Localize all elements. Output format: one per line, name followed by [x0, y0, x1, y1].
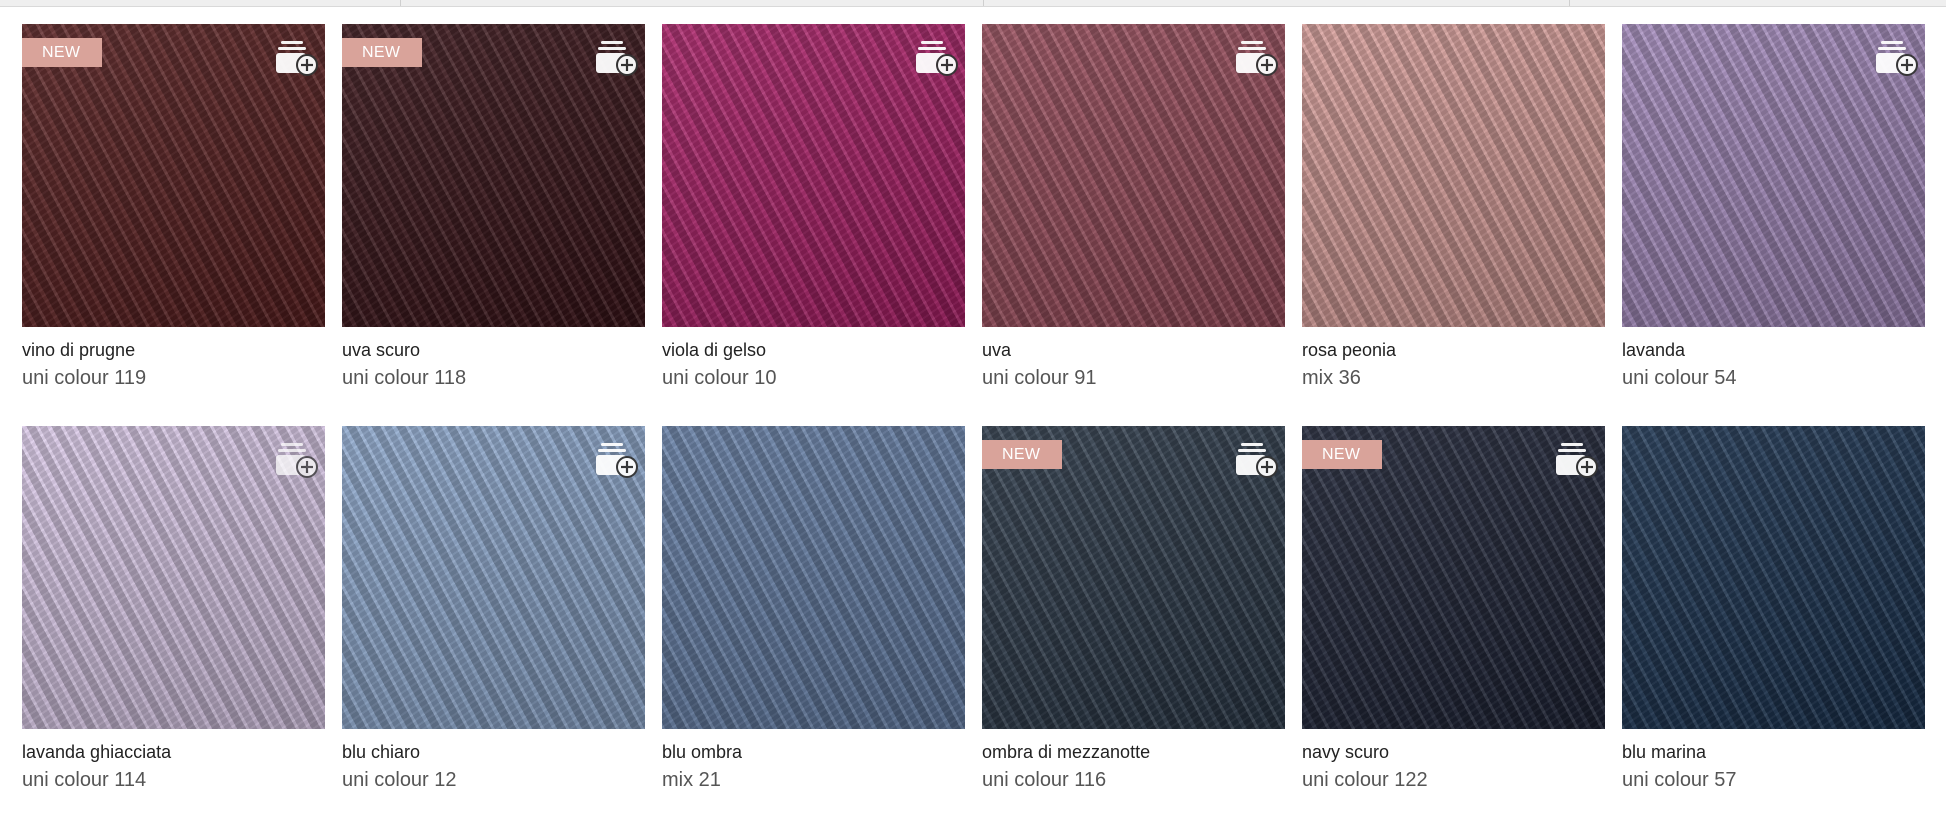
swatch-card[interactable]: blu chiaro uni colour 12: [342, 426, 645, 828]
colour-code: mix 36: [1302, 367, 1361, 389]
yarn-swatch-image[interactable]: [1622, 426, 1925, 729]
yarn-swatch-image[interactable]: NEW: [1302, 426, 1605, 729]
swatch-card[interactable]: lavanda uni colour 54: [1622, 24, 1925, 426]
add-to-cart-icon[interactable]: [915, 38, 959, 78]
swatch-card[interactable]: NEW ombra di mezzanotte uni colour 116: [982, 426, 1285, 828]
add-to-cart-icon[interactable]: [1235, 38, 1279, 78]
new-badge: NEW: [22, 38, 102, 67]
colour-code: uni colour 122: [1302, 769, 1428, 791]
yarn-swatch-image[interactable]: [982, 24, 1285, 327]
tab-divider: [1569, 0, 1570, 6]
tab-divider: [983, 0, 984, 6]
new-badge: NEW: [982, 440, 1062, 469]
colour-code: uni colour 116: [982, 769, 1107, 791]
swatch-card[interactable]: viola di gelso uni colour 10: [662, 24, 965, 426]
add-to-cart-icon[interactable]: [1875, 38, 1919, 78]
swatch-card[interactable]: NEW vino di prugne uni colour 119: [22, 24, 325, 426]
colour-code: uni colour 12: [342, 769, 457, 791]
swatch-card[interactable]: blu ombra mix 21: [662, 426, 965, 828]
new-badge: NEW: [342, 38, 422, 67]
colour-name[interactable]: viola di gelso: [662, 338, 965, 362]
colour-code: uni colour 54: [1622, 367, 1737, 389]
add-to-cart-icon[interactable]: [1235, 440, 1279, 480]
swatch-card[interactable]: uva uni colour 91: [982, 24, 1285, 426]
yarn-swatch-image[interactable]: [662, 426, 965, 729]
swatch-card[interactable]: NEW navy scuro uni colour 122: [1302, 426, 1605, 828]
add-to-cart-icon[interactable]: [1555, 440, 1599, 480]
colour-code: uni colour 10: [662, 367, 777, 389]
swatch-card[interactable]: rosa peonia mix 36: [1302, 24, 1605, 426]
yarn-swatch-image[interactable]: [22, 426, 325, 729]
swatch-card[interactable]: NEW uva scuro uni colour 118: [342, 24, 645, 426]
yarn-shading: [1302, 24, 1605, 327]
colour-code: uni colour 91: [982, 367, 1097, 389]
new-badge: NEW: [1302, 440, 1382, 469]
colour-name[interactable]: navy scuro: [1302, 740, 1605, 764]
yarn-swatch-image[interactable]: NEW: [982, 426, 1285, 729]
yarn-swatch-image[interactable]: [1302, 24, 1605, 327]
colour-code: uni colour 119: [22, 367, 147, 389]
tab-divider: [400, 0, 401, 6]
colour-name[interactable]: rosa peonia: [1302, 338, 1605, 362]
yarn-swatch-image[interactable]: [662, 24, 965, 327]
yarn-shading: [1622, 426, 1925, 729]
colour-name[interactable]: blu ombra: [662, 740, 965, 764]
colour-name[interactable]: uva: [982, 338, 1285, 362]
swatch-card[interactable]: lavanda ghiacciata uni colour 114: [22, 426, 325, 828]
swatch-card[interactable]: blu marina uni colour 57: [1622, 426, 1925, 828]
colour-code: uni colour 118: [342, 367, 467, 389]
colour-name[interactable]: blu marina: [1622, 740, 1925, 764]
colour-name[interactable]: vino di prugne: [22, 338, 325, 362]
add-to-cart-icon[interactable]: [275, 38, 319, 78]
colour-name[interactable]: ombra di mezzanotte: [982, 740, 1285, 764]
yarn-swatch-image[interactable]: [342, 426, 645, 729]
colour-name[interactable]: lavanda: [1622, 338, 1925, 362]
colour-code: uni colour 57: [1622, 769, 1737, 791]
yarn-swatch-image[interactable]: [1622, 24, 1925, 327]
yarn-shading: [662, 426, 965, 729]
colour-name[interactable]: blu chiaro: [342, 740, 645, 764]
add-to-cart-icon[interactable]: [275, 440, 319, 480]
yarn-swatch-image[interactable]: NEW: [22, 24, 325, 327]
yarn-swatch-image[interactable]: NEW: [342, 24, 645, 327]
top-tab-strip: [0, 0, 1946, 7]
colour-swatch-grid: NEW vino di prugne uni colour 119 NEW uva sc…: [22, 24, 1925, 828]
add-to-cart-icon[interactable]: [595, 38, 639, 78]
colour-code: mix 21: [662, 769, 721, 791]
colour-name[interactable]: uva scuro: [342, 338, 645, 362]
colour-name[interactable]: lavanda ghiacciata: [22, 740, 325, 764]
add-to-cart-icon[interactable]: [595, 440, 639, 480]
colour-code: uni colour 114: [22, 769, 147, 791]
